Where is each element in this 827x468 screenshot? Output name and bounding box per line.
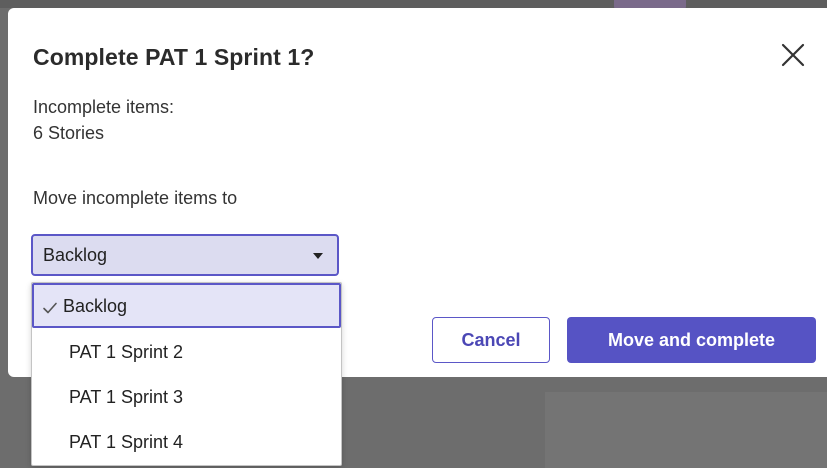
close-icon	[781, 43, 805, 67]
close-button[interactable]	[776, 38, 810, 72]
dropdown-option-label: PAT 1 Sprint 4	[69, 432, 184, 452]
dropdown-option-backlog[interactable]: Backlog	[32, 283, 341, 328]
cancel-button[interactable]: Cancel	[432, 317, 550, 363]
dropdown-option-sprint-3[interactable]: PAT 1 Sprint 3	[32, 375, 341, 420]
dropdown-option-label: Backlog	[63, 296, 128, 316]
background-header	[0, 0, 827, 8]
background-panel	[545, 392, 827, 468]
incomplete-items-label: Incomplete items:	[33, 97, 175, 117]
move-and-complete-button[interactable]: Move and complete	[567, 317, 816, 363]
destination-select-value: Backlog	[43, 245, 108, 265]
destination-select[interactable]: Backlog	[31, 234, 339, 276]
move-to-label: Move incomplete items to	[33, 188, 238, 208]
screen: Complete PAT 1 Sprint 1? Incomplete item…	[0, 0, 827, 468]
dropdown-option-label: PAT 1 Sprint 3	[69, 387, 184, 407]
check-icon	[43, 302, 57, 314]
dropdown-option-sprint-2[interactable]: PAT 1 Sprint 2	[32, 330, 341, 375]
dropdown-option-sprint-4[interactable]: PAT 1 Sprint 4	[32, 420, 341, 465]
destination-dropdown-menu: Backlog PAT 1 Sprint 2 PAT 1 Sprint 3 PA…	[31, 282, 342, 466]
incomplete-items-count: 6 Stories	[33, 123, 105, 143]
dropdown-option-label: PAT 1 Sprint 2	[69, 342, 184, 362]
dialog-title: Complete PAT 1 Sprint 1?	[33, 44, 315, 70]
caret-down-icon	[313, 253, 323, 259]
